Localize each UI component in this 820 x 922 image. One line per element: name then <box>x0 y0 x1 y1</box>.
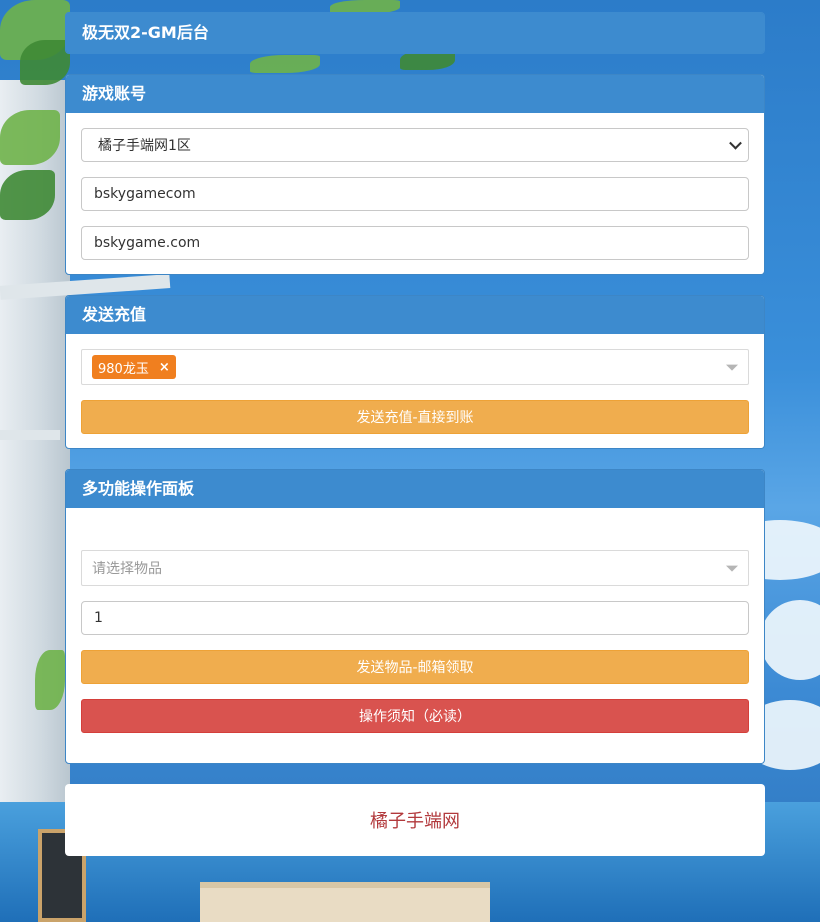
recharge-panel-body: 980龙玉 × 发送充值-直接到账 <box>66 334 764 448</box>
recharge-multiselect[interactable]: 980龙玉 × <box>81 349 749 385</box>
selected-tag: 980龙玉 × <box>92 355 176 379</box>
account-panel-body: 橘子手端网1区 bskygamecom bskygame.com <box>66 113 764 274</box>
item-select[interactable]: 请选择物品 <box>81 550 749 586</box>
app-title: 极无双2-GM后台 <box>66 13 764 53</box>
selected-tag-label: 980龙玉 <box>98 361 149 377</box>
account-panel-title: 游戏账号 <box>66 75 764 113</box>
multi-panel-body: 请选择物品 1 发送物品-邮箱领取 操作须知（必读） <box>66 508 764 763</box>
account-input[interactable]: bskygamecom <box>81 177 749 211</box>
account-input-value: bskygamecom <box>94 186 196 202</box>
send-recharge-button[interactable]: 发送充值-直接到账 <box>81 400 749 434</box>
multi-function-panel: 多功能操作面板 请选择物品 1 发送物品-邮箱领取 操作须知（必读） <box>65 469 765 764</box>
remove-tag-icon[interactable]: × <box>159 361 170 374</box>
password-input-value: bskygame.com <box>94 235 201 251</box>
recharge-panel-title: 发送充值 <box>66 296 764 334</box>
item-select-placeholder: 请选择物品 <box>92 561 162 577</box>
notice-button[interactable]: 操作须知（必读） <box>81 699 749 733</box>
server-select-value: 橘子手端网1区 <box>98 138 191 154</box>
quantity-input[interactable]: 1 <box>81 601 749 635</box>
quantity-input-value: 1 <box>94 610 103 626</box>
multi-panel-title: 多功能操作面板 <box>66 470 764 508</box>
server-select[interactable]: 橘子手端网1区 <box>81 128 749 162</box>
account-panel: 游戏账号 橘子手端网1区 bskygamecom bskygame.com <box>65 74 765 275</box>
chevron-down-icon <box>729 136 742 150</box>
recharge-panel: 发送充值 980龙玉 × 发送充值-直接到账 <box>65 295 765 449</box>
footer: 橘子手端网 <box>65 784 765 856</box>
dropdown-caret-icon <box>726 565 738 572</box>
dropdown-caret-icon <box>726 364 738 371</box>
app-title-panel: 极无双2-GM后台 <box>65 12 765 54</box>
footer-text: 橘子手端网 <box>370 811 460 832</box>
password-input[interactable]: bskygame.com <box>81 226 749 260</box>
gm-container: 极无双2-GM后台 游戏账号 橘子手端网1区 bskygamecom bskyg… <box>65 12 765 856</box>
send-item-button[interactable]: 发送物品-邮箱领取 <box>81 650 749 684</box>
